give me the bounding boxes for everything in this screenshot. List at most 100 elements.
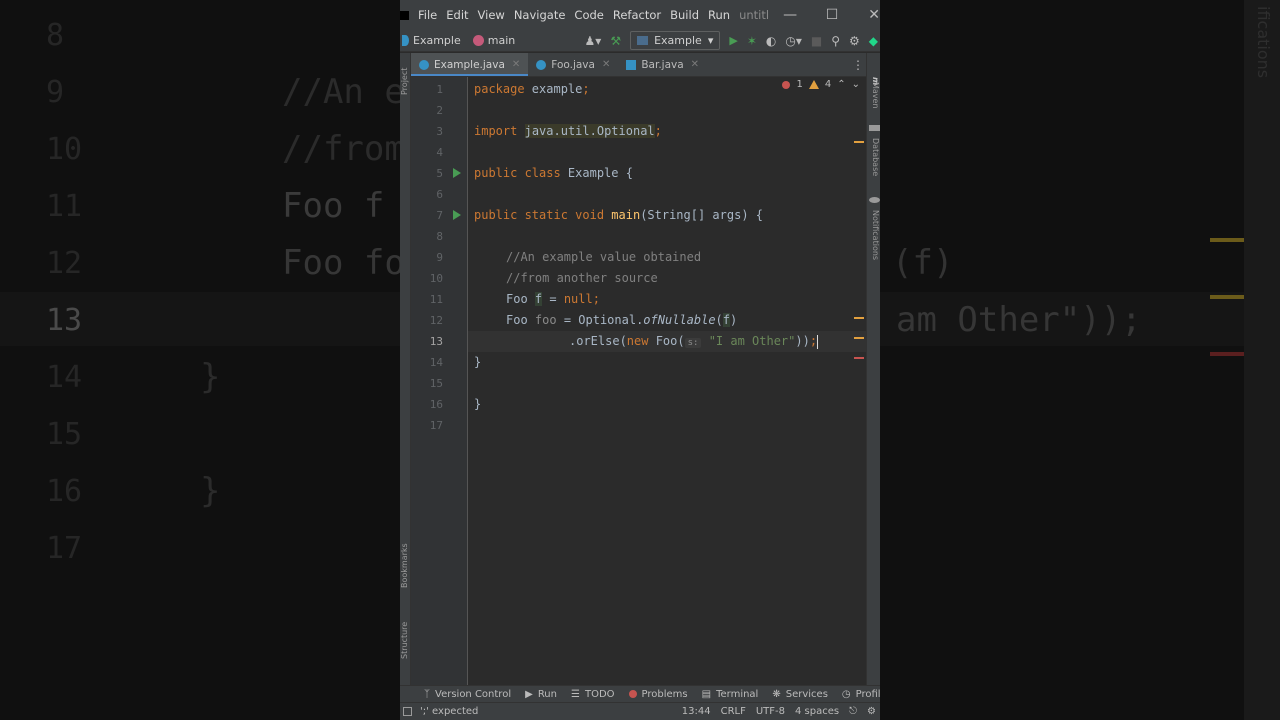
chevron-down-icon: ▾ xyxy=(707,34,714,47)
branch-icon: ᛉ xyxy=(424,688,430,700)
tool-notifications[interactable]: Notifications xyxy=(869,207,880,263)
file-encoding[interactable]: UTF-8 xyxy=(756,706,785,717)
tool-database[interactable]: Database xyxy=(869,135,880,179)
line-number: 7 xyxy=(436,209,443,222)
indent-setting[interactable]: 4 spaces xyxy=(795,706,839,717)
parameters: (String[] args) { xyxy=(640,208,764,222)
bg-line-number: 14 xyxy=(46,360,83,395)
breadcrumb-branch[interactable]: main xyxy=(472,34,515,47)
line-number: 4 xyxy=(436,146,443,159)
bg-line-number: 16 xyxy=(46,474,83,509)
menu-code[interactable]: Code xyxy=(574,8,603,22)
run-main-gutter-icon[interactable] xyxy=(453,210,461,220)
user-icon[interactable]: ♟▾ xyxy=(585,34,602,48)
right-tool-strip: m Maven Database Notifications xyxy=(866,53,880,685)
gear-icon[interactable]: ⚙ xyxy=(849,34,860,48)
menu-navigate[interactable]: Navigate xyxy=(514,8,566,22)
tab-example-java[interactable]: Example.java ✕ xyxy=(411,53,529,76)
keyword: public static void xyxy=(474,208,605,222)
tab-bar-java[interactable]: Bar.java ✕ xyxy=(618,53,707,76)
line-number: 12 xyxy=(429,314,443,327)
tab-foo-java[interactable]: Foo.java ✕ xyxy=(528,53,618,76)
maximize-icon[interactable]: ☐ xyxy=(811,0,853,30)
menu-edit[interactable]: Edit xyxy=(446,8,468,22)
memory-indicator-icon[interactable]: ⚙ xyxy=(867,706,876,717)
error-icon xyxy=(628,690,637,698)
tool-todo[interactable]: ☰ TODO xyxy=(571,689,615,700)
run-icon[interactable]: ▶ xyxy=(729,34,737,47)
code-area[interactable]: package example; import java.util.Option… xyxy=(468,77,866,685)
code-editor[interactable]: 1 2 3 4 5 6 7 8 9 10 11 12 13 14 15 16 1 xyxy=(411,77,866,685)
debug-icon[interactable]: ✶ xyxy=(747,34,757,48)
menu-build[interactable]: Build xyxy=(670,8,699,22)
run-class-gutter-icon[interactable] xyxy=(453,168,461,178)
code-line-3: import java.util.Optional; xyxy=(474,121,662,142)
tab-label: Foo.java xyxy=(551,58,595,71)
error-stripe-marker[interactable] xyxy=(854,357,864,359)
profile-icon[interactable]: ◷▾ xyxy=(785,34,802,48)
status-message: ';' expected xyxy=(420,706,479,717)
minimize-icon[interactable]: — xyxy=(769,0,811,30)
lock-icon[interactable]: ⎋ xyxy=(849,706,857,717)
navigation-toolbar: Example main ♟▾ ⚒ Example ▾ ▶ ✶ ◐ ◷▾ ■ ⚲… xyxy=(400,30,880,52)
tool-profiler[interactable]: ◷ Profiler xyxy=(842,689,880,700)
search-icon[interactable]: ⚲ xyxy=(831,34,840,48)
warning-stripe-marker[interactable] xyxy=(854,317,864,319)
more-tabs-icon[interactable]: ⋮ xyxy=(850,53,866,76)
warning-stripe-marker[interactable] xyxy=(854,337,864,339)
paren: ( xyxy=(715,313,723,327)
error-icon xyxy=(782,80,791,89)
java-class-icon xyxy=(536,59,547,70)
tool-project[interactable]: Project xyxy=(400,59,411,103)
line-number: 2 xyxy=(436,104,443,117)
run-config-label: Example xyxy=(654,34,702,47)
menu-file[interactable]: File xyxy=(418,8,437,22)
tool-version-control[interactable]: ᛉ Version Control xyxy=(424,689,511,700)
close-tab-icon[interactable]: ✕ xyxy=(691,59,699,70)
tool-label: Profiler xyxy=(855,688,880,700)
menu-run[interactable]: Run xyxy=(708,8,730,22)
chevron-down-icon[interactable]: ⌄ xyxy=(852,79,860,90)
tool-services[interactable]: ❋ Services xyxy=(772,689,828,700)
build-hammer-icon[interactable]: ⚒ xyxy=(610,34,621,48)
close-tab-icon[interactable]: ✕ xyxy=(602,59,610,70)
code-line-5: public class Example { xyxy=(474,163,633,184)
run-configuration-select[interactable]: Example ▾ xyxy=(630,31,721,50)
tool-run[interactable]: ▶ Run xyxy=(525,689,557,700)
code-line-11: Foo f = null; xyxy=(506,289,600,310)
method-call: .orElse( xyxy=(569,334,627,348)
bg-line-number: 17 xyxy=(46,531,83,566)
code-line-10: //from another source xyxy=(506,268,658,289)
menu-view[interactable]: View xyxy=(478,8,505,22)
menu-refactor[interactable]: Refactor xyxy=(613,8,661,22)
tool-terminal[interactable]: ▤ Terminal xyxy=(702,689,759,700)
inspection-widget[interactable]: 1 4 ⌃ ⌄ xyxy=(782,79,860,90)
warning-stripe-marker[interactable] xyxy=(854,141,864,143)
keyword: public class xyxy=(474,166,561,180)
bg-line-number: 15 xyxy=(46,417,83,452)
tool-bookmarks[interactable]: Bookmarks xyxy=(400,541,411,591)
tool-structure[interactable]: Structure xyxy=(400,618,411,662)
list-icon: ☰ xyxy=(571,688,580,700)
line-number: 3 xyxy=(436,125,443,138)
terminal-icon: ▤ xyxy=(701,688,712,700)
close-icon[interactable]: ✕ xyxy=(853,0,880,30)
chevron-up-icon[interactable]: ⌃ xyxy=(837,79,845,90)
close-tab-icon[interactable]: ✕ xyxy=(512,59,520,70)
tool-windows-toggle-icon[interactable] xyxy=(403,707,412,716)
brace: } xyxy=(474,397,482,411)
tool-problems[interactable]: Problems xyxy=(628,689,688,700)
tool-maven[interactable]: Maven xyxy=(869,75,880,115)
bg-code-line: } xyxy=(200,471,221,511)
breadcrumb-project[interactable]: Example xyxy=(402,34,461,47)
tool-label: Terminal xyxy=(716,688,759,700)
config-icon xyxy=(637,36,649,45)
coverage-icon[interactable]: ◐ xyxy=(766,34,776,48)
constructor: Foo( xyxy=(648,334,685,348)
line-separator[interactable]: CRLF xyxy=(721,706,746,717)
class-icon xyxy=(402,35,409,46)
caret-position[interactable]: 13:44 xyxy=(682,706,711,717)
paren: )) xyxy=(795,334,810,348)
stop-icon[interactable]: ■ xyxy=(811,34,822,48)
code-with-me-icon[interactable]: ◆ xyxy=(869,34,878,48)
